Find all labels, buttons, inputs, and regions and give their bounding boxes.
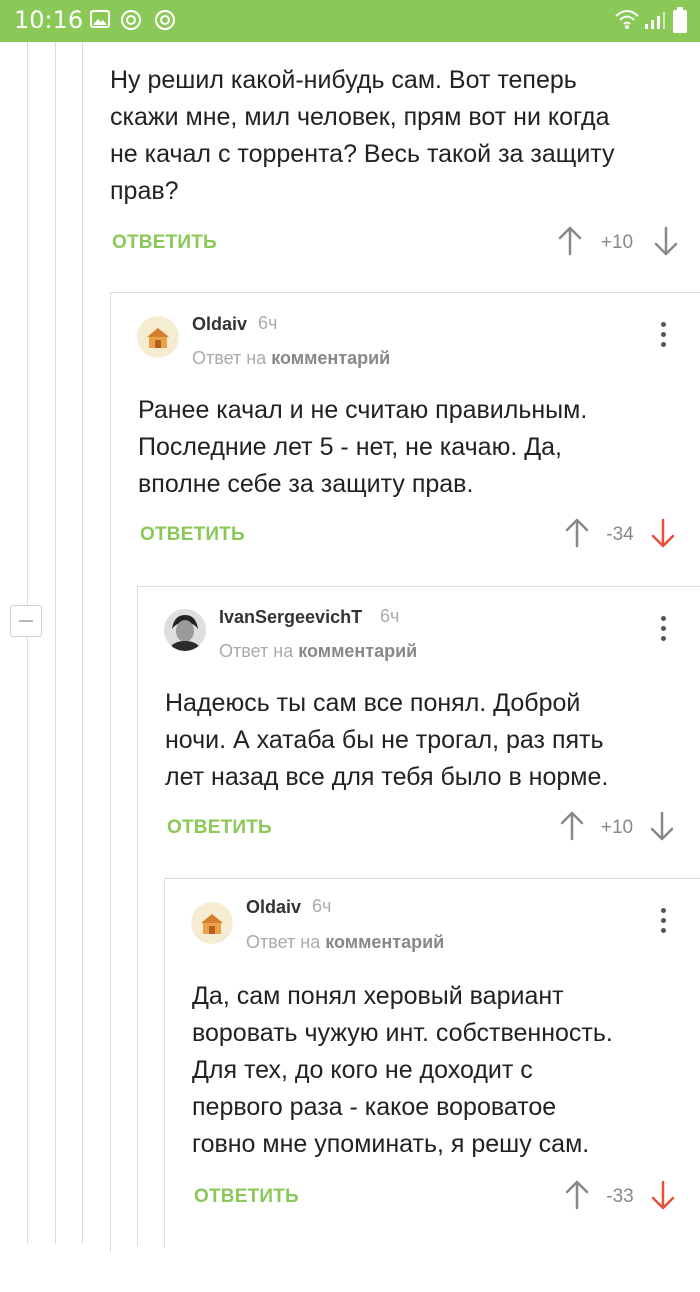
- comment-text: Ранее качал и не считаю правильным. Посл…: [138, 396, 588, 498]
- comment-time: 6ч: [258, 313, 278, 333]
- comment-text: Надеюсь ты сам все понял. Доброй ночи. А…: [165, 689, 609, 791]
- vote-controls: +10: [557, 226, 697, 260]
- vote-controls: -34: [564, 518, 700, 552]
- reply-button[interactable]: ОТВЕТИТЬ: [112, 232, 217, 254]
- username[interactable]: Oldaiv: [246, 897, 301, 918]
- divider: [137, 586, 138, 1246]
- divider: [110, 292, 700, 293]
- thread-line: [27, 42, 28, 1244]
- reply-button[interactable]: ОТВЕТИТЬ: [167, 817, 272, 839]
- reply-to-line: Ответ на комментарий: [219, 641, 417, 662]
- vote-controls: +10: [559, 811, 699, 845]
- divider: [137, 586, 700, 587]
- downvote-icon[interactable]: [650, 1180, 676, 1210]
- reply-button[interactable]: ОТВЕТИТЬ: [140, 524, 245, 546]
- chrome-icon: [121, 10, 141, 30]
- reply-to-link[interactable]: комментарий: [325, 932, 444, 952]
- more-options-icon[interactable]: [651, 322, 675, 352]
- avatar[interactable]: [191, 902, 233, 944]
- downvote-icon[interactable]: [649, 811, 675, 841]
- divider: [164, 878, 700, 879]
- downvote-icon[interactable]: [653, 226, 679, 256]
- collapse-thread-button[interactable]: [10, 605, 42, 637]
- signal-icon: [645, 12, 665, 29]
- comment-time: 6ч: [312, 896, 332, 916]
- gallery-icon: [90, 10, 110, 28]
- avatar[interactable]: [137, 316, 179, 358]
- reply-to-line: Ответ на комментарий: [246, 932, 444, 953]
- downvote-icon[interactable]: [650, 518, 676, 548]
- chrome-icon: [155, 10, 175, 30]
- comment: Ну решил какой-нибудь сам. Вот теперь ск…: [82, 42, 700, 292]
- reply-to-link[interactable]: комментарий: [298, 641, 417, 661]
- status-bar: 10:16: [0, 0, 700, 42]
- battery-icon: [673, 7, 687, 33]
- reply-to-link[interactable]: комментарий: [271, 348, 390, 368]
- username[interactable]: Oldaiv: [192, 314, 247, 335]
- upvote-icon[interactable]: [564, 1180, 590, 1210]
- comment-score: +10: [600, 817, 634, 838]
- wifi-icon: [615, 10, 639, 29]
- clock: 10:16: [14, 6, 84, 34]
- more-options-icon[interactable]: [651, 616, 675, 646]
- reply-to-prefix: Ответ на: [219, 641, 294, 661]
- thread-line: [55, 42, 56, 1244]
- reply-button[interactable]: ОТВЕТИТЬ: [194, 1186, 299, 1208]
- upvote-icon[interactable]: [564, 518, 590, 548]
- vote-controls: -33: [564, 1180, 700, 1214]
- comment-time: 6ч: [380, 606, 400, 626]
- upvote-icon[interactable]: [557, 226, 583, 256]
- reply-to-prefix: Ответ на: [246, 932, 321, 952]
- divider: [164, 878, 165, 1248]
- comment-score: -33: [606, 1186, 634, 1207]
- comment-text: Да, сам понял херовый вариант воровать ч…: [192, 982, 613, 1158]
- more-options-icon[interactable]: [651, 908, 675, 938]
- divider: [110, 292, 111, 1252]
- reply-to-line: Ответ на комментарий: [192, 348, 390, 369]
- comment-score: -34: [606, 524, 634, 545]
- comment-text: Ну решил какой-нибудь сам. Вот теперь ск…: [110, 66, 615, 205]
- comment-score: +10: [600, 232, 634, 253]
- avatar[interactable]: [164, 609, 206, 651]
- username[interactable]: IvanSergeevichT: [219, 607, 362, 628]
- reply-to-prefix: Ответ на: [192, 348, 267, 368]
- upvote-icon[interactable]: [559, 811, 585, 841]
- comment: Oldaiv 6ч Ответ на комментарий Да, сам п…: [164, 878, 700, 1278]
